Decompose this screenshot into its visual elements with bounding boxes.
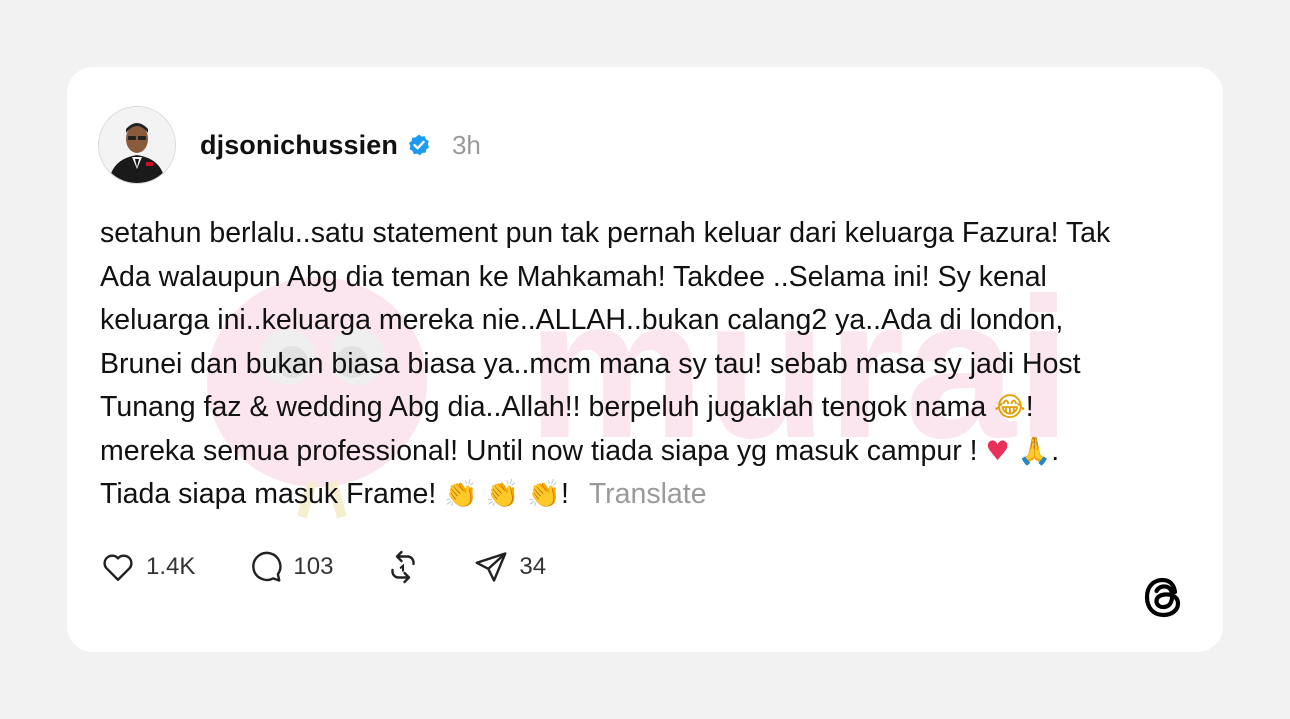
- reply-count: 103: [293, 553, 334, 580]
- post-text-line: Brunei dan bukan biasa biasa ya..mcm man…: [100, 347, 1081, 380]
- post-text-segment: !: [1025, 391, 1034, 423]
- send-icon: [475, 552, 507, 582]
- comment-icon: [252, 551, 282, 582]
- praying-hands-emoji-icon: 🙏: [1017, 435, 1052, 467]
- post-text-segment: Tiada siapa masuk Frame!: [100, 478, 437, 510]
- post-text-line: Tunang faz & wedding Abg dia..Allah!! be…: [100, 386, 1200, 430]
- like-count: 1.4K: [146, 553, 196, 580]
- post-text-line: Tiada siapa masuk Frame! 👏 👏 👏! Translat…: [100, 473, 1200, 517]
- avatar[interactable]: [98, 106, 176, 184]
- share-count: 34: [519, 553, 547, 580]
- clapping-hands-emoji-icon: 👏: [444, 479, 478, 510]
- post-text-line: mereka semua professional! Until now tia…: [100, 430, 1200, 474]
- post-body: setahun berlalu..satu statement pun tak …: [100, 212, 1200, 517]
- post-header: djsonichussien 3h: [98, 106, 481, 184]
- post-card: murai djsonichussien 3h setahun berlalu.…: [67, 67, 1223, 652]
- heart-emoji-icon: ♥: [985, 435, 1010, 467]
- like-button[interactable]: 1.4K: [100, 549, 195, 585]
- post-text-segment: mereka semua professional! Until now tia…: [100, 434, 978, 467]
- post-text-segment: .: [1051, 434, 1060, 467]
- translate-link[interactable]: Translate: [589, 478, 707, 510]
- post-text-line: Ada walaupun Abg dia teman ke Mahkamah! …: [100, 260, 1047, 293]
- repost-icon: [391, 550, 416, 584]
- post-text-line: keluarga ini..keluarga mereka nie..ALLAH…: [100, 304, 1064, 336]
- clapping-hands-emoji-icon: 👏: [527, 479, 561, 510]
- post-timestamp: 3h: [451, 129, 481, 160]
- post-text-segment: !: [560, 478, 569, 510]
- share-button[interactable]: 34: [473, 549, 546, 585]
- post-text-line: setahun berlalu..satu statement pun tak …: [100, 217, 1111, 249]
- heart-icon: [103, 554, 133, 581]
- laughing-emoji-icon: 😂: [994, 392, 1026, 423]
- repost-button[interactable]: [385, 549, 421, 585]
- post-text-segment: Tunang faz & wedding Abg dia..Allah!! be…: [100, 391, 987, 423]
- verified-badge-icon: [407, 133, 431, 157]
- post-actions: 1.4K 103 34: [100, 549, 598, 585]
- threads-logo-icon: [1144, 577, 1181, 618]
- reply-button[interactable]: 103: [247, 549, 333, 585]
- clapping-hands-emoji-icon: 👏: [485, 479, 520, 510]
- username[interactable]: djsonichussien: [200, 130, 398, 161]
